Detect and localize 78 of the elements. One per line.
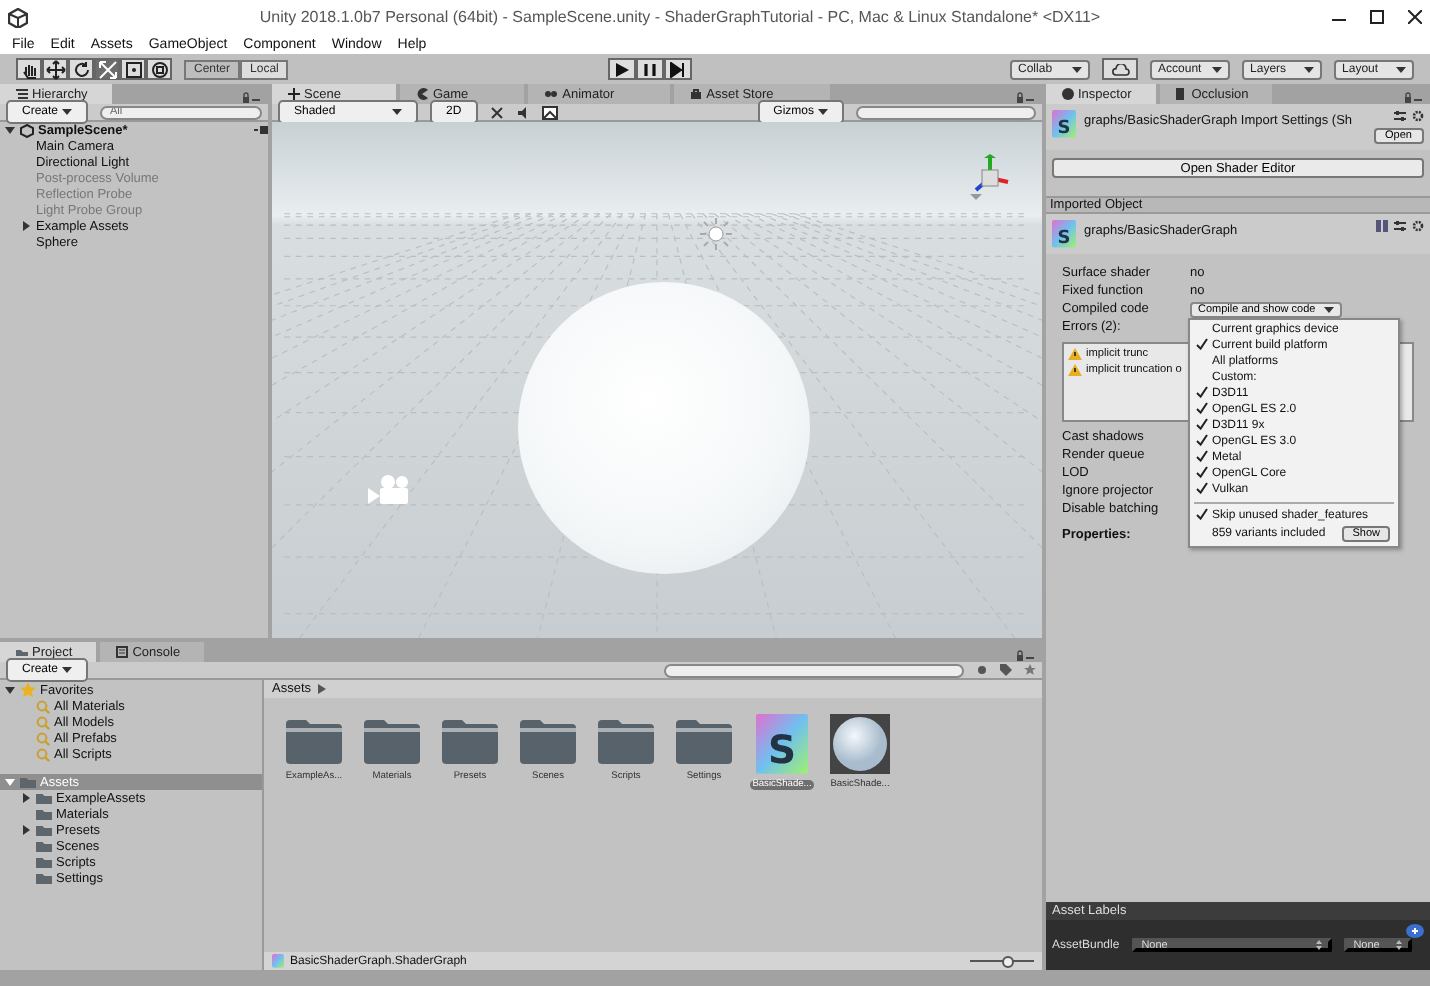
play-icon — [613, 61, 630, 77]
material-thumbnail[interactable] — [830, 714, 890, 774]
star-icon[interactable] — [1024, 664, 1036, 676]
tool-button[interactable] — [68, 58, 94, 80]
folder-icon — [284, 714, 344, 766]
book-icon[interactable] — [1376, 220, 1388, 232]
move-icon — [45, 59, 65, 79]
rect-tool-icon — [123, 59, 143, 79]
star-icon — [20, 682, 36, 698]
play-button[interactable] — [607, 58, 636, 80]
pause-button[interactable] — [635, 58, 664, 80]
rotate-icon — [71, 59, 91, 79]
expanded-arrow-icon[interactable] — [4, 684, 16, 696]
presets-icon[interactable] — [1394, 110, 1406, 122]
tool-button[interactable] — [94, 58, 120, 80]
folder-icon — [596, 714, 656, 766]
shader-file-icon: S — [1052, 110, 1076, 138]
caret-icon — [62, 108, 73, 116]
image-toggle-icon[interactable] — [541, 105, 558, 119]
maximize-icon[interactable] — [1370, 10, 1384, 24]
hash-icon — [288, 88, 300, 100]
cloud-icon — [1111, 63, 1130, 75]
caret-icon — [818, 108, 828, 116]
updown-icon — [1395, 940, 1402, 950]
unity-logo-icon — [8, 7, 28, 27]
checkmark-icon — [1195, 337, 1207, 350]
expanded-arrow-icon[interactable] — [4, 124, 16, 136]
tool-button[interactable] — [16, 58, 42, 80]
breadcrumb-arrow-icon — [317, 684, 326, 694]
hierarchy-icon — [16, 88, 28, 100]
expanded-arrow-icon[interactable] — [4, 776, 16, 788]
caret-icon — [392, 108, 402, 116]
window-title: Unity 2018.1.0b7 Personal (64bit) - SampleScene.unity - ShaderGraphTutorial - PC, Mac & Linux Standalone* <DX11> — [257, 8, 1103, 26]
folder-icon — [440, 714, 500, 766]
step-button[interactable] — [663, 58, 692, 80]
lock-icon[interactable] — [1404, 92, 1422, 104]
settings-icon[interactable] — [1412, 220, 1424, 232]
presets-icon[interactable] — [1394, 220, 1406, 232]
tool-button[interactable] — [146, 58, 172, 80]
close-icon[interactable] — [1408, 10, 1422, 24]
shader-file-icon: S — [756, 714, 808, 774]
tool-button[interactable] — [42, 58, 68, 80]
caret-icon — [62, 666, 73, 674]
step-icon — [669, 61, 686, 77]
shader-file-icon — [272, 954, 284, 968]
caret-icon — [1304, 65, 1315, 73]
sphere-icon — [832, 716, 888, 772]
lock-icon[interactable] — [1016, 650, 1034, 662]
transform-icon — [149, 59, 169, 79]
caret-icon — [1212, 65, 1223, 73]
collapsed-arrow-icon[interactable] — [20, 220, 32, 232]
folder-icon — [674, 714, 734, 766]
scene-search-field[interactable] — [856, 105, 1036, 119]
hand-icon — [19, 59, 39, 79]
collapsed-arrow-icon[interactable] — [20, 824, 32, 836]
tool-button[interactable] — [120, 58, 146, 80]
lock-icon[interactable] — [1016, 92, 1034, 104]
options-icon[interactable] — [254, 126, 268, 134]
folder-icon — [362, 714, 422, 766]
scale-icon — [97, 59, 117, 79]
settings-icon[interactable] — [1412, 110, 1424, 122]
add-label-icon[interactable] — [1406, 924, 1424, 938]
filter-type-icon[interactable] — [976, 664, 988, 676]
zoom-slider[interactable] — [970, 955, 1034, 967]
shopping-bag-icon — [690, 88, 703, 100]
axis-gizmo-icon[interactable] — [966, 154, 1014, 202]
updown-icon — [1315, 940, 1322, 950]
collapsed-arrow-icon[interactable] — [20, 792, 32, 804]
pacman-icon — [416, 88, 429, 100]
folder-icon — [518, 714, 578, 766]
search-field[interactable] — [664, 663, 964, 677]
console-icon — [116, 646, 129, 658]
lock-icon[interactable] — [242, 92, 260, 104]
cloud-button[interactable] — [1102, 58, 1139, 80]
shader-file-icon: S — [1052, 220, 1076, 248]
pause-icon — [641, 61, 658, 77]
caret-icon — [1072, 65, 1083, 73]
caret-icon — [1396, 65, 1407, 73]
